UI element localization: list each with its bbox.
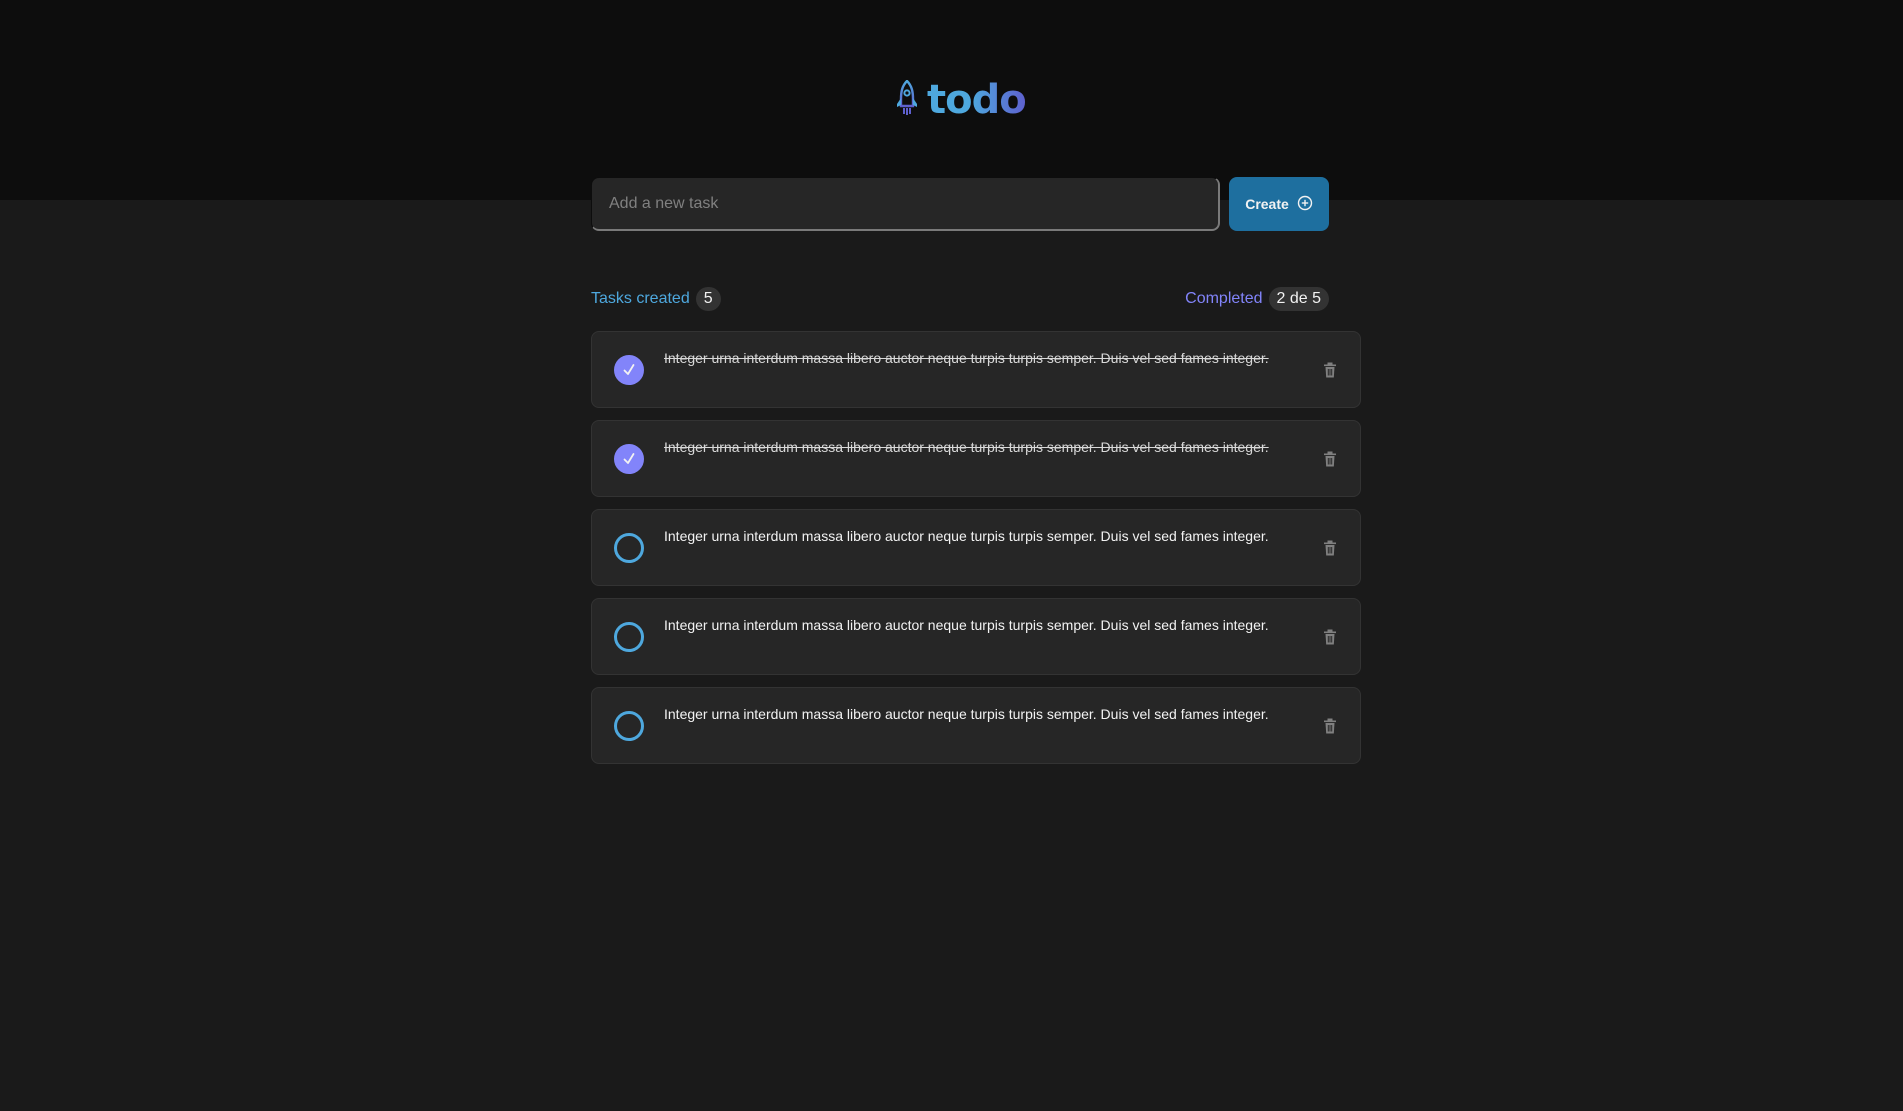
task-item: Integer urna interdum massa libero aucto… bbox=[591, 420, 1361, 497]
logo: todo bbox=[895, 77, 1027, 123]
task-text: Integer urna interdum massa libero aucto… bbox=[664, 617, 1269, 633]
task-text: Integer urna interdum massa libero aucto… bbox=[664, 706, 1269, 722]
tasks-created-counter: 5 bbox=[695, 287, 721, 311]
task-item: Integer urna interdum massa libero aucto… bbox=[591, 598, 1361, 675]
checkbox[interactable] bbox=[614, 533, 644, 563]
header: todo bbox=[0, 0, 1903, 200]
trash-icon[interactable] bbox=[1320, 449, 1340, 469]
trash-icon[interactable] bbox=[1320, 627, 1340, 647]
tasks-completed: Completed 2 de 5 bbox=[1185, 287, 1329, 311]
plus-circle-icon bbox=[1297, 195, 1313, 214]
check-icon bbox=[623, 364, 635, 375]
tasks-created: Tasks created 5 bbox=[591, 287, 721, 311]
trash-icon[interactable] bbox=[1320, 360, 1340, 380]
task-item: Integer urna interdum massa libero aucto… bbox=[591, 687, 1361, 764]
app-title: todo bbox=[927, 77, 1027, 123]
checkbox[interactable] bbox=[614, 711, 644, 741]
task-text: Integer urna interdum massa libero aucto… bbox=[664, 528, 1269, 544]
trash-icon[interactable] bbox=[1320, 538, 1340, 558]
new-task-form: Create bbox=[591, 177, 1329, 231]
create-button[interactable]: Create bbox=[1229, 177, 1329, 231]
task-item: Integer urna interdum massa libero aucto… bbox=[591, 331, 1361, 408]
trash-icon[interactable] bbox=[1320, 716, 1340, 736]
task-info: Tasks created 5 Completed 2 de 5 bbox=[591, 287, 1329, 311]
rocket-icon bbox=[895, 78, 919, 121]
checkbox[interactable] bbox=[614, 444, 644, 474]
task-list: Integer urna interdum massa libero aucto… bbox=[591, 331, 1361, 776]
checkbox[interactable] bbox=[614, 355, 644, 385]
new-task-input[interactable] bbox=[591, 177, 1220, 231]
task-text: Integer urna interdum massa libero aucto… bbox=[664, 439, 1269, 455]
task-text: Integer urna interdum massa libero aucto… bbox=[664, 350, 1269, 366]
tasks-created-label: Tasks created bbox=[591, 290, 690, 307]
tasks-completed-counter: 2 de 5 bbox=[1268, 287, 1329, 311]
task-item: Integer urna interdum massa libero aucto… bbox=[591, 509, 1361, 586]
create-button-label: Create bbox=[1245, 196, 1289, 212]
tasks-completed-label: Completed bbox=[1185, 290, 1263, 307]
checkbox[interactable] bbox=[614, 622, 644, 652]
check-icon bbox=[623, 453, 635, 464]
